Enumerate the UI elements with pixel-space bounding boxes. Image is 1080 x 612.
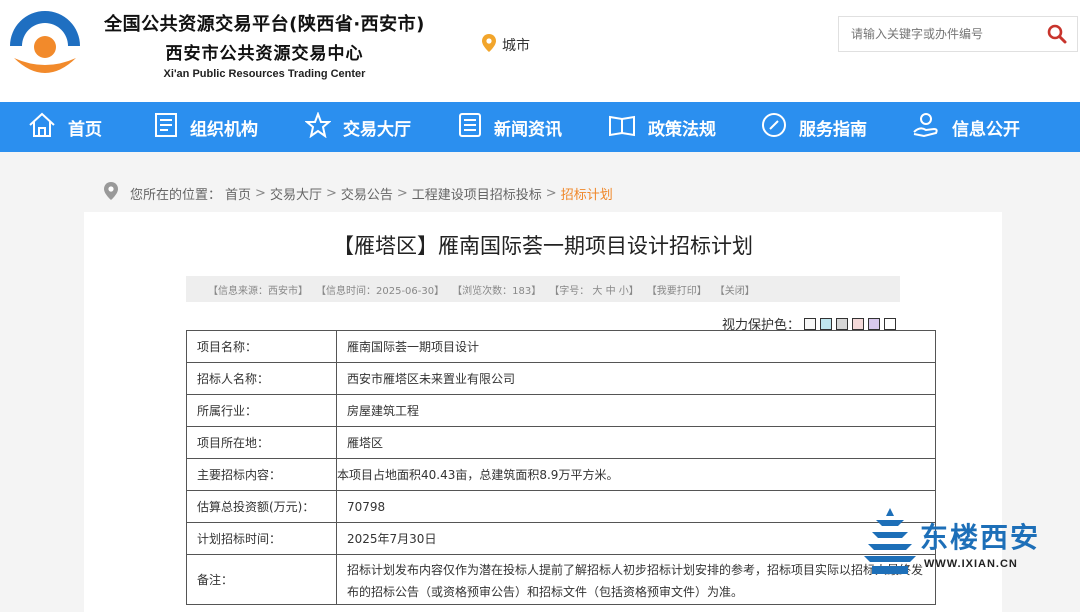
article-info-bar: 【信息来源：西安市】 【信息时间：2025-06-30】 【浏览次数：183】 … [186, 276, 900, 302]
row-value: 雁塔区 [336, 426, 936, 459]
site-title-primary: 全国公共资源交易平台(陕西省·西安市) [104, 14, 425, 35]
breadcrumb-link-construction-bidding[interactable]: 工程建设项目招标投标 [412, 184, 542, 203]
row-key: 估算总投资额(万元)： [186, 490, 337, 523]
breadcrumb-separator: > [545, 185, 557, 201]
search-input[interactable] [839, 17, 1039, 51]
search-box [838, 16, 1078, 52]
nav-item-organization[interactable]: 组织机构 [130, 102, 282, 152]
site-logo[interactable] [6, 6, 84, 82]
breadcrumb: 您所在的位置： 首页 > 交易大厅 > 交易公告 > 工程建设项目招标投标 > … [104, 182, 613, 204]
font-size-large-link[interactable]: 大 [592, 286, 602, 297]
site-title-english: Xi'an Public Resources Trading Center [163, 68, 366, 80]
site-title-secondary: 西安市公共资源交易中心 [165, 44, 364, 64]
row-value: 雁南国际荟一期项目设计 [336, 330, 936, 363]
nav-item-info-disclosure[interactable]: 信息公开 [890, 102, 1042, 152]
hand-icon [912, 112, 940, 143]
eye-color-swatch[interactable] [820, 317, 833, 330]
info-views: 【浏览次数：183】 [452, 285, 542, 297]
table-row: 招标人名称： 西安市雁塔区未来置业有限公司 [186, 362, 936, 395]
row-key: 招标人名称： [186, 362, 337, 395]
table-row: 计划招标时间： 2025年7月30日 [186, 522, 936, 555]
nav-item-trading-hall[interactable]: 交易大厅 [282, 102, 434, 152]
row-key: 所属行业： [186, 394, 337, 427]
info-source: 【信息来源：西安市】 [208, 285, 308, 297]
location-pin-icon [482, 34, 496, 56]
row-value: 房屋建筑工程 [336, 394, 936, 427]
row-value: 西安市雁塔区未来置业有限公司 [336, 362, 936, 395]
breadcrumb-separator: > [255, 185, 266, 201]
font-size-medium-link[interactable]: 中 [606, 286, 616, 297]
document-icon [154, 112, 178, 143]
table-row: 主要招标内容： 本项目占地面积40.43亩，总建筑面积8.9万平方米。 [186, 458, 936, 491]
watermark: 东楼西安 WWW.IXIAN.CN [862, 506, 1062, 576]
location-marker-icon [104, 182, 118, 204]
project-info-table: 项目名称： 雁南国际荟一期项目设计 招标人名称： 西安市雁塔区未来置业有限公司 … [186, 330, 936, 605]
pagoda-logo-icon [862, 506, 918, 580]
nav-label: 信息公开 [952, 119, 1020, 140]
row-key: 计划招标时间： [186, 522, 337, 555]
nav-label: 组织机构 [190, 119, 258, 140]
nav-label: 新闻资讯 [494, 119, 562, 140]
font-size-label: 【字号： [549, 285, 590, 297]
breadcrumb-link-trading-hall[interactable]: 交易大厅 [270, 184, 322, 203]
article-title: 【雁塔区】雁南国际荟一期项目设计招标计划 [333, 234, 753, 258]
row-value: 2025年7月30日 [336, 522, 936, 555]
site-title-block: 全国公共资源交易平台(陕西省·西安市) 西安市公共资源交易中心 Xi'an Pu… [92, 10, 437, 80]
nav-item-service-guide[interactable]: 服务指南 [738, 102, 890, 152]
breadcrumb-separator: > [325, 185, 337, 201]
table-row: 所属行业： 房屋建筑工程 [186, 394, 936, 427]
nav-label: 政策法规 [648, 119, 716, 140]
eye-color-swatch[interactable] [852, 317, 865, 330]
print-link[interactable]: 【我要打印】 [647, 282, 707, 297]
breadcrumb-current[interactable]: 招标计划 [561, 184, 613, 203]
eye-color-swatch[interactable] [884, 317, 897, 330]
table-row: 估算总投资额(万元)： 70798 [186, 490, 936, 523]
font-size-small-link[interactable]: 小】 [619, 286, 639, 297]
list-icon [458, 112, 482, 143]
compass-icon [761, 112, 787, 143]
eye-color-swatch[interactable] [868, 317, 881, 330]
nav-item-home[interactable]: 首页 [0, 102, 130, 152]
table-row: 备注： 招标计划发布内容仅作为潜在投标人提前了解招标人初步招标计划安排的参考，招… [186, 554, 936, 605]
eye-color-swatch[interactable] [836, 317, 849, 330]
breadcrumb-prefix: 您所在的位置： [130, 187, 222, 203]
font-size-control: 【字号： 大 中 小】 [549, 282, 639, 297]
breadcrumb-link-home[interactable]: 首页 [225, 184, 251, 203]
city-selector[interactable]: 城市 [482, 34, 530, 56]
table-row: 项目名称： 雁南国际荟一期项目设计 [186, 330, 936, 363]
watermark-url: WWW.IXIAN.CN [924, 558, 1018, 570]
nav-label: 交易大厅 [343, 119, 411, 140]
star-icon [304, 110, 332, 143]
row-value: 70798 [336, 490, 936, 523]
site-header: 全国公共资源交易平台(陕西省·西安市) 西安市公共资源交易中心 Xi'an Pu… [0, 0, 1080, 102]
row-key: 主要招标内容： [186, 458, 337, 491]
city-label: 城市 [502, 38, 530, 54]
nav-label: 首页 [68, 119, 102, 140]
watermark-text: 东楼西安 [920, 521, 1041, 554]
search-icon[interactable] [1047, 24, 1067, 48]
table-row: 项目所在地： 雁塔区 [186, 426, 936, 459]
nav-item-news[interactable]: 新闻资讯 [434, 102, 586, 152]
row-value: 本项目占地面积40.43亩，总建筑面积8.9万平方米。 [336, 458, 936, 491]
nav-label: 服务指南 [799, 119, 867, 140]
info-time: 【信息时间：2025-06-30】 [316, 285, 445, 297]
row-key: 项目名称： [186, 330, 337, 363]
main-nav: 首页 组织机构 交易大厅 新闻资讯 政策法规 服务指南 信息公开 [0, 102, 1080, 152]
close-link[interactable]: 【关闭】 [715, 282, 755, 297]
breadcrumb-link-announcements[interactable]: 交易公告 [341, 184, 393, 203]
eye-color-swatch[interactable] [804, 317, 817, 330]
home-icon [28, 112, 56, 143]
book-icon [608, 113, 636, 142]
row-key: 备注： [186, 554, 337, 605]
row-value: 招标计划发布内容仅作为潜在投标人提前了解招标人初步招标计划安排的参考，招标项目实… [336, 554, 936, 605]
breadcrumb-separator: > [396, 185, 408, 201]
row-key: 项目所在地： [186, 426, 337, 459]
nav-item-policy[interactable]: 政策法规 [586, 102, 738, 152]
